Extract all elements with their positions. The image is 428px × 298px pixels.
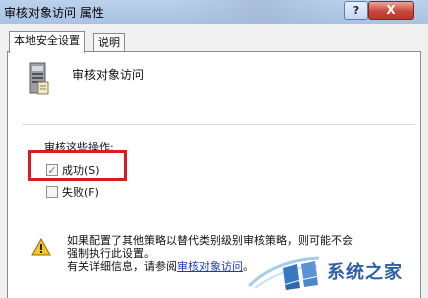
warning-icon	[31, 238, 51, 256]
title-bar-blur	[170, 0, 350, 24]
help-link[interactable]: 审核对象访问	[177, 260, 243, 273]
failure-label: 失败(F)	[62, 186, 99, 199]
warning-line-1: 如果配置了其他策略以替代类别级别审核策略，则可能不会	[67, 234, 353, 247]
tab-explain[interactable]: 说明	[93, 33, 125, 52]
warning-line-3-prefix: 有关详细信息，请参阅	[67, 260, 177, 273]
tab-local-security-setting[interactable]: 本地安全设置	[9, 31, 85, 53]
help-button[interactable]: ?	[344, 1, 368, 20]
title-bar: 审核对象访问 属性 ? X	[0, 0, 428, 24]
highlight-box	[28, 150, 127, 181]
failure-checkbox[interactable]	[46, 186, 58, 198]
tab-label: 说明	[98, 36, 120, 49]
watermark-logo-icon	[247, 256, 320, 290]
policy-heading: 审核对象访问	[72, 68, 145, 82]
window-title: 审核对象访问 属性	[4, 6, 104, 20]
watermark-text: 系统之家	[327, 262, 403, 283]
close-button[interactable]: X	[368, 1, 414, 20]
failure-option[interactable]: 失败(F)	[46, 185, 99, 199]
tab-label: 本地安全设置	[14, 34, 80, 47]
divider	[22, 124, 415, 125]
server-icon	[29, 62, 49, 95]
